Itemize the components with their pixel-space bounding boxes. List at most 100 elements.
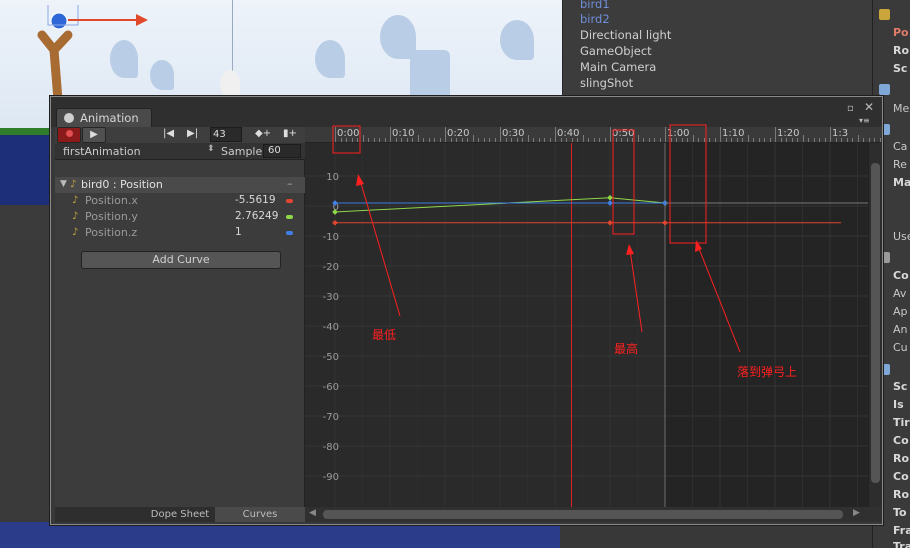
hierarchy-item-main-camera[interactable]: Main Camera (580, 59, 656, 75)
inspector-row[interactable]: Re (893, 157, 907, 173)
prev-key-icon[interactable]: |◀ (163, 128, 174, 139)
hierarchy-panel[interactable]: bird1 bird2 Directional light GameObject… (562, 0, 872, 100)
scroll-left-icon[interactable]: ◀ (309, 508, 316, 518)
vertical-scrollbar[interactable] (868, 143, 882, 507)
next-key-icon[interactable]: ▶| (187, 128, 198, 139)
property-value[interactable]: 2.76249 (235, 210, 278, 222)
ruler-minor-tick (819, 138, 820, 142)
inspector-row[interactable]: Fra (893, 523, 910, 539)
ruler-minor-tick (637, 135, 639, 142)
menu-icon[interactable]: ▾≡ (859, 116, 870, 125)
ruler-minor-tick (516, 138, 518, 142)
ruler-minor-tick (522, 138, 523, 142)
hierarchy-item-gameobject[interactable]: GameObject (580, 43, 652, 59)
sample-input[interactable]: 60 (263, 144, 301, 158)
inspector-row[interactable]: Av (893, 286, 906, 302)
inspector-row[interactable]: Ro (893, 451, 909, 467)
property-row-position-y[interactable]: ♪ Position.y 2.76249 (55, 209, 305, 225)
ruler-minor-tick (357, 138, 358, 142)
ruler-minor-tick (588, 138, 589, 142)
property-value[interactable]: 1 (235, 226, 242, 238)
horizontal-scrollbar[interactable]: ◀ ▶ (305, 507, 882, 522)
inspector-row[interactable]: Sc (893, 61, 907, 77)
tab-curves[interactable]: Curves (215, 507, 305, 522)
inspector-row[interactable]: Sc (893, 379, 907, 395)
inspector-row[interactable]: Tra (893, 539, 910, 548)
inspector-row[interactable]: Co (893, 433, 909, 449)
keyframe (332, 219, 338, 226)
inspector-row[interactable]: Co (893, 469, 909, 485)
ruler-minor-tick (808, 138, 809, 142)
property-name: Position.y (85, 210, 138, 223)
scene-cloud (500, 20, 534, 60)
ruler-minor-tick (780, 138, 782, 142)
play-button[interactable]: ▶ (82, 127, 106, 143)
ruler-minor-tick (373, 138, 375, 142)
animation-window[interactable]: Animation ▫ ✕ ▾≡ ▶ |◀ ▶| 43 ◆+ ▮+ 0:00 0:… (50, 96, 883, 525)
curve-color-swatch (286, 199, 293, 203)
inspector-row[interactable]: Ca (893, 139, 907, 155)
inspector-row[interactable]: Ap (893, 304, 908, 320)
animation-tab[interactable]: Animation (56, 108, 152, 127)
ruler-minor-tick (874, 138, 875, 142)
property-group-bird0-position[interactable]: ▼ ♪ bird0 : Position – (55, 177, 305, 193)
ruler-minor-tick (346, 138, 347, 142)
curve-editor[interactable]: 10 0 -10 -20 -30 -40 -50 -60 -70 -80 -90 (305, 143, 868, 507)
curve-chart[interactable]: 100-10-20-30-40-50-60-70-80-90 (305, 143, 868, 507)
ruler-minor-tick (621, 138, 622, 142)
property-value[interactable]: -5.5619 (235, 194, 276, 206)
value-label: -80 (323, 442, 339, 453)
ruler-minor-tick (566, 138, 567, 142)
property-row-position-x[interactable]: ♪ Position.x -5.5619 (55, 193, 305, 209)
inspector-row[interactable]: Ma (893, 175, 910, 191)
inspector-row[interactable]: Is (893, 397, 904, 413)
add-event-icon[interactable]: ▮+ (283, 128, 297, 139)
close-icon[interactable]: ✕ (864, 100, 874, 114)
inspector-row[interactable]: Ro (893, 487, 909, 503)
clip-dropdown-icon[interactable]: ⬍ (207, 144, 215, 154)
hierarchy-item-bird2[interactable]: bird2 (580, 11, 610, 27)
ruler-minor-tick (511, 138, 512, 142)
inspector-row[interactable]: An (893, 322, 908, 338)
timeline-ruler[interactable]: 0:00 0:10 0:20 0:30 0:40 0:50 1:00 1:10 1:20 1:3 (305, 127, 882, 143)
inspector-row[interactable]: Use (893, 229, 910, 245)
add-curve-button[interactable]: Add Curve (81, 251, 281, 269)
clip-bar: firstAnimation ⬍ Sample 60 (55, 143, 305, 160)
hierarchy-item-slingshot[interactable]: slingShot (580, 75, 633, 91)
foldout-icon[interactable]: ▼ (60, 179, 67, 189)
inspector-row[interactable]: Me (893, 101, 909, 117)
remove-property-icon[interactable]: – (287, 177, 293, 190)
ruler-minor-tick (764, 138, 765, 142)
maximize-icon[interactable]: ▫ (847, 103, 854, 114)
ruler-minor-tick (472, 135, 474, 142)
hierarchy-item-directional-light[interactable]: Directional light (580, 27, 671, 43)
ruler-minor-tick (676, 138, 677, 142)
clip-selector[interactable]: firstAnimation (63, 145, 141, 158)
project-panel-strip (560, 522, 872, 548)
ruler-minor-tick (615, 138, 617, 142)
inspector-row[interactable]: Tir (893, 415, 910, 431)
property-row-position-z[interactable]: ♪ Position.z 1 (55, 225, 305, 241)
tab-dope-sheet[interactable]: Dope Sheet (145, 507, 215, 522)
inspector-row[interactable]: Co (893, 268, 909, 284)
scroll-right-icon[interactable]: ▶ (853, 508, 860, 518)
ruler-minor-tick (434, 138, 435, 142)
ruler-minor-tick (505, 138, 507, 142)
transform-icon (879, 9, 890, 20)
horizontal-scroll-thumb[interactable] (323, 510, 843, 519)
inspector-row[interactable]: To (893, 505, 907, 521)
ruler-minor-tick (340, 138, 342, 142)
value-label: -90 (323, 472, 339, 483)
add-key-icon[interactable]: ◆+ (255, 128, 271, 139)
slingshot-with-gizmo[interactable] (30, 5, 170, 105)
annotation-lowest: 最低 (372, 328, 397, 342)
annotation-highest: 最高 (614, 342, 639, 356)
vertical-scroll-thumb[interactable] (871, 163, 880, 483)
curve-icon: ♪ (72, 211, 79, 222)
inspector-row[interactable]: Po (893, 25, 909, 41)
record-button[interactable] (57, 127, 81, 143)
frame-input[interactable]: 43 (210, 127, 242, 142)
ruler-major-tick (720, 127, 721, 142)
inspector-row[interactable]: Cu (893, 340, 908, 356)
inspector-row[interactable]: Ro (893, 43, 909, 59)
